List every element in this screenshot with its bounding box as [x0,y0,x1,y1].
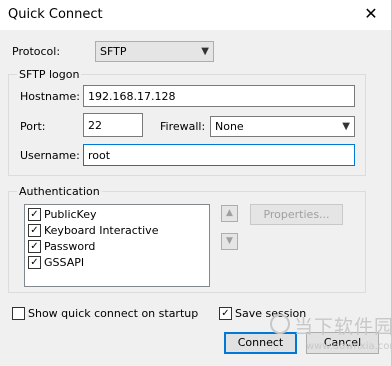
window-title: Quick Connect [8,7,103,22]
chevron-down-icon: ▼ [342,121,350,132]
hostname-field[interactable] [83,85,355,107]
checkbox-checked-icon[interactable]: ✓ [219,306,232,320]
title-bar: Quick Connect ✕ [0,0,391,30]
quick-connect-dialog: Quick Connect ✕ Protocol: SFTP ▼ SFTP lo… [0,0,392,366]
checkbox-checked-icon[interactable]: ✓ [28,255,41,269]
auth-method-keyboard-interactive[interactable]: ✓ Keyboard Interactive [28,223,158,239]
show-on-startup-option[interactable]: Show quick connect on startup [12,306,198,321]
checkbox-checked-icon[interactable]: ✓ [28,207,41,221]
auth-methods-list: ✓ PublicKey ✓ Keyboard Interactive ✓ Passwo… [24,204,210,287]
auth-method-gssapi[interactable]: ✓ GSSAPI [28,255,84,271]
authentication-legend: Authentication [17,185,102,198]
move-down-button[interactable]: ▼ [221,233,238,250]
protocol-label: Protocol: [12,45,61,58]
properties-button[interactable]: Properties... [250,204,343,225]
port-label: Port: [20,120,46,133]
protocol-value: SFTP [100,45,127,58]
chevron-down-icon: ▼ [201,46,209,57]
firewall-select[interactable]: None ▼ [210,116,355,137]
port-field[interactable] [83,113,143,137]
close-icon[interactable]: ✕ [361,4,381,24]
auth-method-publickey[interactable]: ✓ PublicKey [28,207,97,223]
username-label: Username: [20,149,80,162]
firewall-label: Firewall: [160,120,206,133]
checkbox-unchecked-icon[interactable] [12,306,25,320]
checkbox-checked-icon[interactable]: ✓ [28,239,41,253]
watermark-logo-icon [270,314,290,334]
firewall-value: None [215,120,244,133]
hostname-label: Hostname: [20,90,80,103]
arrow-down-icon: ▼ [226,236,233,246]
sftp-logon-legend: SFTP logon [17,68,82,81]
watermark: 当下软件园 www.downxia.com [270,312,392,362]
move-up-button[interactable]: ▲ [221,205,238,222]
arrow-up-icon: ▲ [226,208,233,218]
protocol-select[interactable]: SFTP ▼ [95,41,214,62]
auth-method-password[interactable]: ✓ Password [28,239,95,255]
username-field[interactable] [83,144,355,166]
watermark-title: 当下软件园 [294,316,392,338]
watermark-url: www.downxia.com [306,341,392,352]
checkbox-checked-icon[interactable]: ✓ [28,223,41,237]
